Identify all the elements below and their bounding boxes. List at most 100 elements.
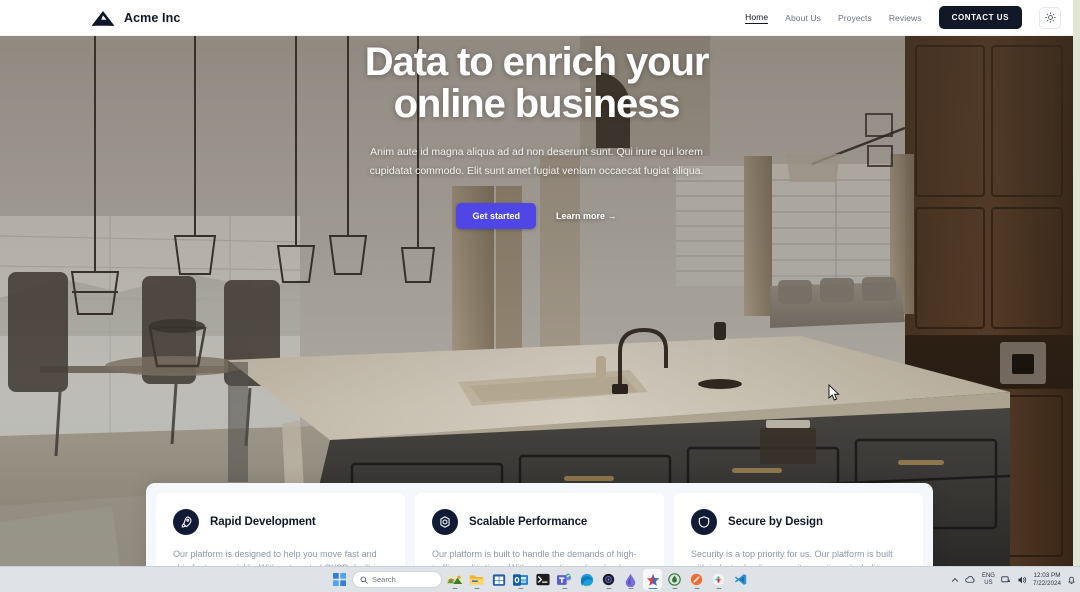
nav-link-about-us[interactable]: About Us xyxy=(785,13,821,23)
app-running-indicator xyxy=(606,587,611,589)
taskbar-app-edge[interactable] xyxy=(577,569,596,590)
tray-time: 12:03 PM xyxy=(1033,571,1061,579)
feature-body: Security is a top priority for us. Our p… xyxy=(691,549,893,566)
windows-taskbar: Search ENG US 12:03 PM 7/22/2024 xyxy=(0,566,1080,592)
learn-more-link[interactable]: Learn more → xyxy=(556,211,617,221)
taskbar-app-star[interactable] xyxy=(643,569,662,590)
bell-icon xyxy=(1068,576,1075,584)
get-started-button[interactable]: Get started xyxy=(456,202,536,229)
teams-icon xyxy=(557,573,572,585)
shield-icon xyxy=(691,509,717,535)
windows-start-icon xyxy=(333,573,346,586)
feature-card-header: Scalable Performance xyxy=(432,509,647,535)
feature-card-rapid-development[interactable]: Rapid Development Our platform is design… xyxy=(156,493,405,566)
edge-icon xyxy=(580,573,593,586)
photos-app-icon xyxy=(446,574,463,585)
brand-name: Acme Inc xyxy=(124,10,181,25)
feature-card-header: Secure by Design xyxy=(691,509,906,535)
vscode-icon xyxy=(734,574,747,585)
tray-network-button[interactable] xyxy=(1001,575,1011,585)
chevron-up-icon xyxy=(951,577,959,582)
tray-volume-button[interactable] xyxy=(1017,575,1027,585)
hero-content: Data to enrich your online business Anim… xyxy=(0,36,1073,229)
hero-section: Data to enrich your online business Anim… xyxy=(0,36,1073,566)
desktop-screen: Acme Inc — Home About Us Proyects Review… xyxy=(0,0,1080,592)
tray-overflow-button[interactable] xyxy=(951,576,959,584)
feature-body: Our platform is designed to help you mov… xyxy=(173,549,380,566)
taskbar-app-file-explorer[interactable] xyxy=(467,569,486,590)
sun-icon xyxy=(1044,12,1056,23)
tray-notifications-button[interactable] xyxy=(1067,575,1076,585)
browser-viewport: Acme Inc — Home About Us Proyects Review… xyxy=(0,0,1073,566)
feature-card-secure-by-design[interactable]: Secure by Design Security is a top prior… xyxy=(674,493,923,566)
app-running-indicator xyxy=(452,587,457,589)
taskbar-app-orange-slash[interactable] xyxy=(687,569,706,590)
slack-icon xyxy=(712,573,725,586)
theme-toggle-button[interactable] xyxy=(1039,6,1061,29)
feature-title: Rapid Development xyxy=(210,516,316,528)
taskbar-app-teams[interactable] xyxy=(555,569,574,590)
taskbar-app-purple[interactable] xyxy=(621,569,640,590)
microsoft-store-icon xyxy=(492,573,505,586)
taskbar-search-input[interactable]: Search xyxy=(352,571,442,588)
terminal-icon xyxy=(535,573,550,586)
feature-card-scalable-performance[interactable]: Scalable Performance Our platform is bui… xyxy=(415,493,664,566)
dark-circle-app-icon xyxy=(602,573,615,586)
feature-title: Scalable Performance xyxy=(469,516,588,528)
taskbar-app-vscode[interactable] xyxy=(731,569,750,590)
purple-app-icon xyxy=(625,573,636,587)
app-running-indicator xyxy=(694,587,699,589)
system-tray: ENG US 12:03 PM 7/22/2024 xyxy=(951,567,1076,592)
hero-title-line-2: online business xyxy=(393,81,681,126)
tray-language-line-2: US xyxy=(984,579,993,586)
taskbar-app-microsoft-store[interactable] xyxy=(489,569,508,590)
speaker-icon xyxy=(1018,576,1027,583)
rocket-icon xyxy=(173,509,199,535)
brand-logo[interactable]: Acme Inc xyxy=(90,9,180,27)
search-placeholder: Search xyxy=(372,575,396,584)
taskbar-app-green-shield[interactable] xyxy=(665,569,684,590)
star-app-icon xyxy=(646,573,659,586)
tray-language-line-1: ENG xyxy=(981,572,995,579)
app-running-indicator xyxy=(562,587,567,589)
outlook-icon xyxy=(513,573,528,586)
tray-date: 7/22/2024 xyxy=(1032,579,1061,587)
app-running-indicator xyxy=(474,587,479,589)
nav-links-group: Home About Us Proyects Reviews CONTACT U… xyxy=(745,6,1061,29)
feature-body: Our platform is built to handle the dema… xyxy=(432,549,637,566)
features-panel: Rapid Development Our platform is design… xyxy=(146,483,933,566)
nav-link-home[interactable]: Home xyxy=(745,12,769,24)
taskbar-app-dark-circle[interactable] xyxy=(599,569,618,590)
network-icon xyxy=(1001,575,1010,582)
feature-card-header: Rapid Development xyxy=(173,509,388,535)
taskbar-center-group: Search xyxy=(330,567,750,592)
taskbar-app-outlook[interactable] xyxy=(511,569,530,590)
taskbar-app-photos[interactable] xyxy=(445,569,464,590)
app-running-indicator xyxy=(716,587,721,589)
start-button[interactable] xyxy=(330,569,349,590)
nav-link-reviews[interactable]: Reviews xyxy=(889,13,922,23)
app-running-indicator xyxy=(672,587,677,589)
page-title: Data to enrich your online business xyxy=(257,41,817,126)
tray-onedrive-button[interactable] xyxy=(965,575,976,584)
target-gear-icon xyxy=(432,509,458,535)
brand-subtext: — xyxy=(90,26,95,31)
mountain-logo-icon xyxy=(91,10,115,26)
contact-us-button[interactable]: CONTACT US xyxy=(938,6,1022,29)
file-explorer-icon xyxy=(469,575,484,585)
app-running-indicator xyxy=(628,587,633,589)
tray-language-indicator[interactable]: ENG US xyxy=(982,573,995,587)
tray-clock[interactable]: 12:03 PM 7/22/2024 xyxy=(1033,572,1061,587)
green-shield-app-icon xyxy=(668,573,681,586)
taskbar-app-terminal[interactable] xyxy=(533,569,552,590)
app-active-indicator xyxy=(648,587,657,589)
hero-subtitle: Anim aute id magna aliqua ad ad non dese… xyxy=(369,146,704,177)
search-icon xyxy=(360,576,368,584)
orange-slash-app-icon xyxy=(690,573,703,586)
feature-title: Secure by Design xyxy=(728,516,823,528)
app-running-indicator xyxy=(518,587,523,589)
hero-actions: Get started Learn more → xyxy=(0,202,1073,229)
nav-link-proyects[interactable]: Proyects xyxy=(838,13,872,23)
taskbar-app-slack[interactable] xyxy=(709,569,728,590)
cloud-icon xyxy=(965,576,975,583)
